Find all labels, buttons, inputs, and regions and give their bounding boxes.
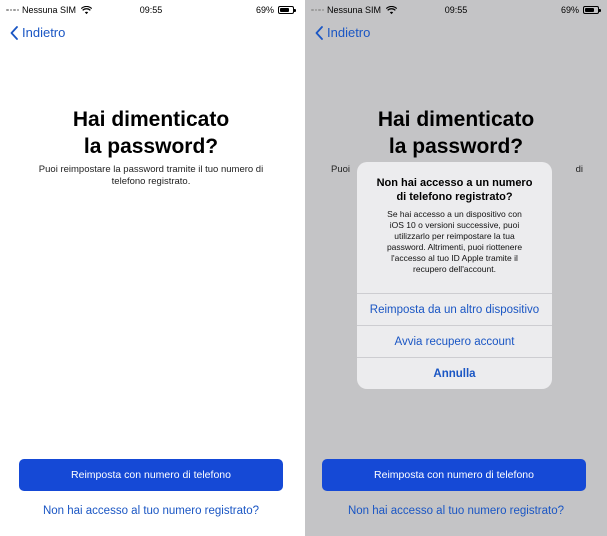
alert-title-line: Non hai accesso a un numero [376,177,533,189]
alert-title-line: di telefono registrato? [396,191,513,203]
alert-message: Se hai accesso a un dispositivo con iOS … [369,209,540,275]
cancel-button[interactable]: Annulla [357,357,552,389]
alert-message-line: Se hai accesso a un dispositivo con [387,209,522,219]
subtitle-fragment-left: Puoi [331,164,351,175]
status-bar: Nessuna SIM 09:55 69% [0,4,302,18]
status-right: 69% [255,5,296,15]
alert-message-line: iOS 10 o versioni successive, puoi [389,220,520,230]
back-label: Indietro [327,25,371,40]
back-label: Indietro [22,25,66,40]
subtitle-line: Puoi reimpostare la password tramite il … [38,164,264,175]
reset-with-phone-button[interactable]: Reimposta con numero di telefono [19,459,283,491]
no-access-link[interactable]: Non hai accesso al tuo numero registrato… [0,505,302,517]
alert-message-line: password. Altrimenti, puoi riottenere [386,242,523,252]
alert-message-line: recupero dell'account. [413,264,496,274]
alert-message-line: l'accesso al tuo ID Apple tramite il [391,253,518,263]
no-access-link[interactable]: Non hai accesso al tuo numero registrato… [305,505,607,517]
chevron-left-icon [315,25,323,40]
title-line: la password? [388,135,524,158]
no-access-alert: Non hai accesso a un numero di telefono … [357,162,552,389]
battery-icon [583,6,601,14]
title-line: la password? [83,135,219,158]
battery-percent: 69% [560,5,579,15]
reset-from-other-device-button[interactable]: Reimposta da un altro dispositivo [357,293,552,325]
chevron-left-icon [10,25,18,40]
status-right: 69% [560,5,601,15]
forgot-password-screen: Nessuna SIM 09:55 69% Indietro Hai dimen… [0,0,302,536]
start-account-recovery-button[interactable]: Avvia recupero account [357,325,552,357]
status-bar: Nessuna SIM 09:55 69% [305,4,607,18]
battery-icon [278,6,296,14]
battery-percent: 69% [255,5,274,15]
title-line: Hai dimenticato [377,108,535,131]
alert-title: Non hai accesso a un numero di telefono … [365,176,544,204]
back-button[interactable]: Indietro [10,25,65,40]
subtitle-fragment-right: di [575,164,583,175]
subtitle-line: telefono registrato. [111,176,191,187]
title-line: Hai dimenticato [72,108,230,131]
back-button[interactable]: Indietro [315,25,370,40]
page-subtitle: Puoi reimpostare la password tramite il … [24,164,278,188]
page-title: Hai dimenticato la password? [305,106,607,160]
forgot-password-screen-with-alert: Nessuna SIM 09:55 69% Indietro Hai dimen… [305,0,607,536]
alert-message-line: utilizzarlo per reimpostare la tua [394,231,515,241]
page-title: Hai dimenticato la password? [0,106,302,160]
reset-with-phone-button[interactable]: Reimposta con numero di telefono [322,459,586,491]
